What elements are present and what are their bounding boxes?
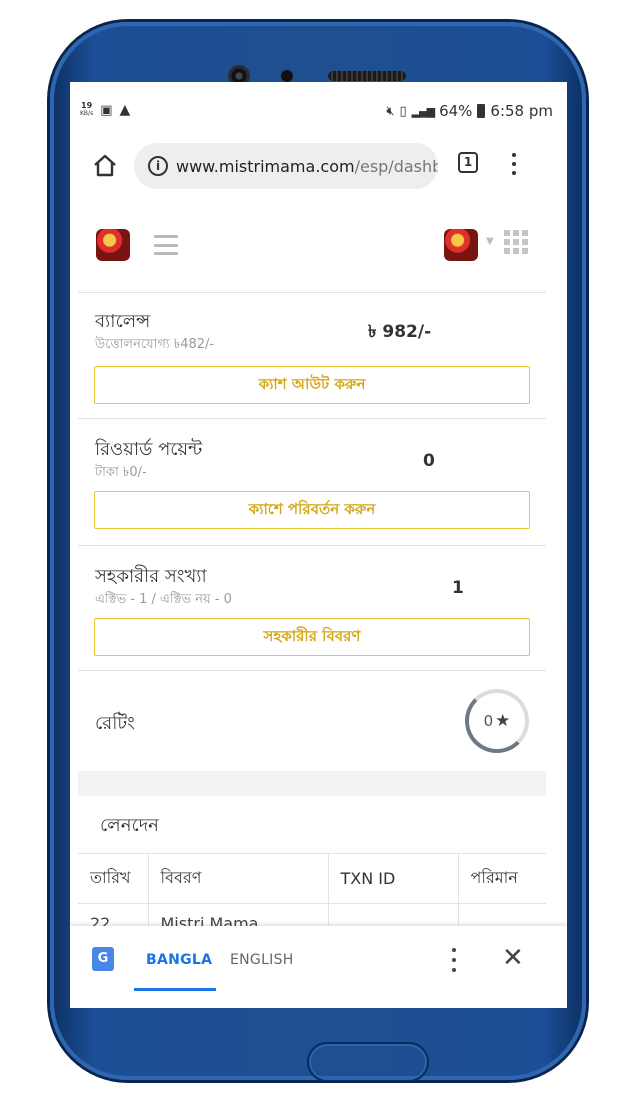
assistants-active-count: এক্টিভ - 1 / এক্টিভ নয় - 0 xyxy=(95,592,232,607)
browser-menu-icon[interactable] xyxy=(507,150,521,178)
battery-icon xyxy=(477,104,486,118)
profile-avatar[interactable] xyxy=(444,229,478,261)
nfc-icon: ▯ xyxy=(399,103,407,119)
translate-menu-icon[interactable] xyxy=(450,948,458,972)
assistants-value: 1 xyxy=(452,578,464,598)
rating-section: রেটিং 0 ★ xyxy=(78,671,546,771)
assistants-section: সহকারীর সংখ্যা এক্টিভ - 1 / এক্টিভ নয় -… xyxy=(78,546,546,671)
cash-out-button[interactable]: ক্যাশ আউট করুন xyxy=(94,366,530,404)
proximity-sensor xyxy=(281,70,293,82)
warning-icon: ▲ xyxy=(119,102,131,118)
reward-taka: টাকা ৳0/- xyxy=(95,465,147,480)
phone-screen: 19 KB/s ▣ ▲ 🔇︎ ▯ ▂▄▆ 64% 6:58 pm i www.m… xyxy=(70,82,567,1008)
battery-percent: 64% xyxy=(439,102,473,120)
rating-title: রেটিং xyxy=(95,713,135,734)
lang-tab-english[interactable]: ENGLISH xyxy=(230,952,294,968)
web-page: ▼ ব্যালেন্স উত্তোলনযোগ্য ৳482/- ৳ 982/- … xyxy=(78,196,546,926)
assistants-title: সহকারীর সংখ্যা xyxy=(95,566,207,587)
table-row[interactable]: 22 Mistri Mama xyxy=(78,903,546,926)
balance-withdrawable: উত্তোলনযোগ্য ৳482/- xyxy=(95,337,215,352)
reward-value: 0 xyxy=(423,451,435,471)
table-header-row: তারিখ বিবরণ TXN ID পরিমান xyxy=(78,853,546,904)
signal-icon: ▂▄▆ xyxy=(411,104,435,118)
cell-amount xyxy=(458,903,546,926)
info-icon[interactable]: i xyxy=(148,156,168,176)
address-bar[interactable]: i www.mistrimama.com/esp/dashb xyxy=(134,143,438,189)
assistant-details-button[interactable]: সহকারীর বিবরণ xyxy=(94,618,530,656)
reward-section: রিওয়ার্ড পয়েন্ট টাকা ৳0/- 0 ক্যাশে পরি… xyxy=(78,419,546,546)
url-text[interactable]: www.mistrimama.com/esp/dashb xyxy=(176,157,438,176)
transactions-title: লেনদেন xyxy=(100,815,159,836)
transactions-table: তারিখ বিবরণ TXN ID পরিমান 22 Mistri Mama xyxy=(78,853,546,926)
column-header-txn-id[interactable]: TXN ID xyxy=(328,853,459,904)
home-button[interactable] xyxy=(307,1042,429,1082)
reward-title: রিওয়ার্ড পয়েন্ট xyxy=(95,439,203,460)
browser-toolbar: i www.mistrimama.com/esp/dashb 1 xyxy=(70,140,567,196)
chevron-down-icon[interactable]: ▼ xyxy=(486,236,494,247)
site-header: ▼ xyxy=(78,196,546,293)
convert-to-cash-button[interactable]: ক্যাশে পরিবর্তন করুন xyxy=(94,491,530,529)
column-header-amount[interactable]: পরিমান xyxy=(458,853,546,904)
network-speed: 19 KB/s xyxy=(80,101,94,118)
column-header-description[interactable]: বিবরণ xyxy=(148,853,329,904)
lang-tab-bangla[interactable]: BANGLA xyxy=(146,952,212,968)
balance-value: ৳ 982/- xyxy=(368,322,432,342)
mute-icon: 🔇︎ xyxy=(386,103,395,119)
apps-grid-icon[interactable] xyxy=(504,230,528,254)
clock-time: 6:58 pm xyxy=(490,102,553,120)
google-translate-icon: G xyxy=(92,947,118,973)
dashboard-panel: ▼ ব্যালেন্স উত্তোলনযোগ্য ৳482/- ৳ 982/- … xyxy=(78,196,546,771)
status-bar: 19 KB/s ▣ ▲ 🔇︎ ▯ ▂▄▆ 64% 6:58 pm xyxy=(70,82,567,140)
site-logo[interactable] xyxy=(96,229,130,261)
transactions-panel: লেনদেন তারিখ বিবরণ TXN ID পরিমান 22 Mist… xyxy=(78,796,546,926)
close-icon[interactable]: ✕ xyxy=(502,944,524,972)
hamburger-menu-icon[interactable] xyxy=(154,235,178,255)
home-icon[interactable] xyxy=(92,152,118,178)
cell-date: 22 xyxy=(78,903,149,926)
cell-description: Mistri Mama xyxy=(148,903,329,926)
rating-gauge: 0 ★ xyxy=(465,689,529,753)
cell-txn-id xyxy=(328,903,459,926)
selected-tab-indicator xyxy=(134,988,216,991)
balance-section: ব্যালেন্স উত্তোলনযোগ্য ৳482/- ৳ 982/- ক্… xyxy=(78,293,546,419)
balance-title: ব্যালেন্স xyxy=(95,311,151,332)
translate-bar: G BANGLA ENGLISH ✕ xyxy=(70,926,567,1008)
image-icon: ▣ xyxy=(100,102,113,118)
rating-value: 0 xyxy=(483,712,494,730)
earpiece-speaker xyxy=(328,71,406,81)
star-icon: ★ xyxy=(495,711,511,731)
column-header-date[interactable]: তারিখ xyxy=(78,853,149,904)
tab-switcher-icon[interactable]: 1 xyxy=(458,152,478,173)
